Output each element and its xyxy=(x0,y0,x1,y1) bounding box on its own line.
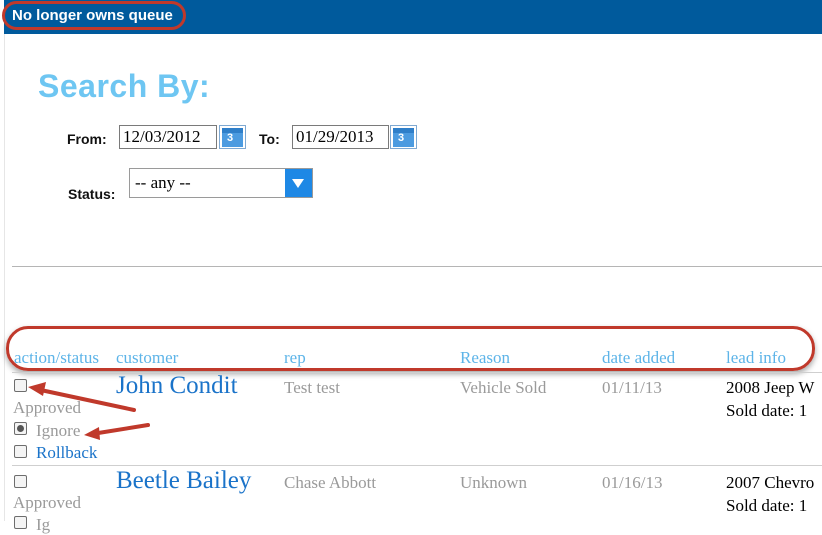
customer-name-link[interactable]: John Condit xyxy=(116,372,238,400)
ignore-radio[interactable] xyxy=(14,422,27,435)
ignore-label: Ig xyxy=(36,515,51,534)
approved-label: Approved xyxy=(13,398,81,417)
reason-cell: Vehicle Sold xyxy=(460,378,547,397)
reason-cell: Unknown xyxy=(460,473,528,492)
ignore-label: Ignore xyxy=(36,421,81,440)
lead-vehicle-cell: 2008 Jeep W xyxy=(726,378,815,397)
to-calendar-day: 3 xyxy=(398,132,405,144)
from-calendar-day: 3 xyxy=(227,132,234,144)
col-header-reason[interactable]: Reason xyxy=(460,348,510,368)
customer-name-link[interactable]: Beetle Bailey xyxy=(116,467,251,495)
title-annotation-circle xyxy=(2,1,186,30)
rep-cell: Chase Abbott xyxy=(284,473,377,492)
to-label: To: xyxy=(259,131,280,147)
to-calendar-icon[interactable]: 3 xyxy=(390,125,417,149)
arrow-head-approved xyxy=(28,382,46,396)
row-divider xyxy=(12,465,822,466)
date-added-cell: 01/11/13 xyxy=(602,378,662,397)
approved-radio[interactable] xyxy=(14,379,27,392)
col-header-customer[interactable]: customer xyxy=(116,348,178,368)
rollback-radio[interactable] xyxy=(14,445,27,458)
status-label: Status: xyxy=(68,186,116,202)
chevron-down-icon[interactable] xyxy=(285,169,312,197)
from-label: From: xyxy=(67,131,107,147)
search-heading: Search By: xyxy=(38,68,211,104)
lead-sold-date-cell: Sold date: 1 xyxy=(726,496,808,515)
rep-cell: Test test xyxy=(284,378,340,397)
col-header-date-added[interactable]: date added xyxy=(602,348,675,368)
lead-sold-date-cell: Sold date: 1 xyxy=(726,401,808,420)
date-added-cell: 01/16/13 xyxy=(602,473,663,492)
col-header-lead-info[interactable]: lead info xyxy=(726,348,786,368)
from-calendar-icon[interactable]: 3 xyxy=(219,125,246,149)
window-left-edge xyxy=(0,0,5,521)
arrow-to-ignore xyxy=(90,423,150,436)
rollback-link[interactable]: Rollback xyxy=(36,443,97,463)
ignore-radio[interactable] xyxy=(14,516,27,529)
from-date-input[interactable]: 12/03/2012 xyxy=(119,125,217,149)
divider xyxy=(12,266,822,267)
status-select[interactable]: -- any -- xyxy=(129,168,313,198)
to-date-input[interactable]: 01/29/2013 xyxy=(292,125,389,149)
col-header-rep[interactable]: rep xyxy=(284,348,306,368)
status-select-value: -- any -- xyxy=(135,173,191,192)
lead-vehicle-cell: 2007 Chevro xyxy=(726,473,815,492)
approved-radio[interactable] xyxy=(14,475,27,488)
col-header-action-status[interactable]: action/status xyxy=(14,348,99,368)
arrow-head-ignore xyxy=(84,427,100,440)
approved-label: Approved xyxy=(13,493,81,512)
